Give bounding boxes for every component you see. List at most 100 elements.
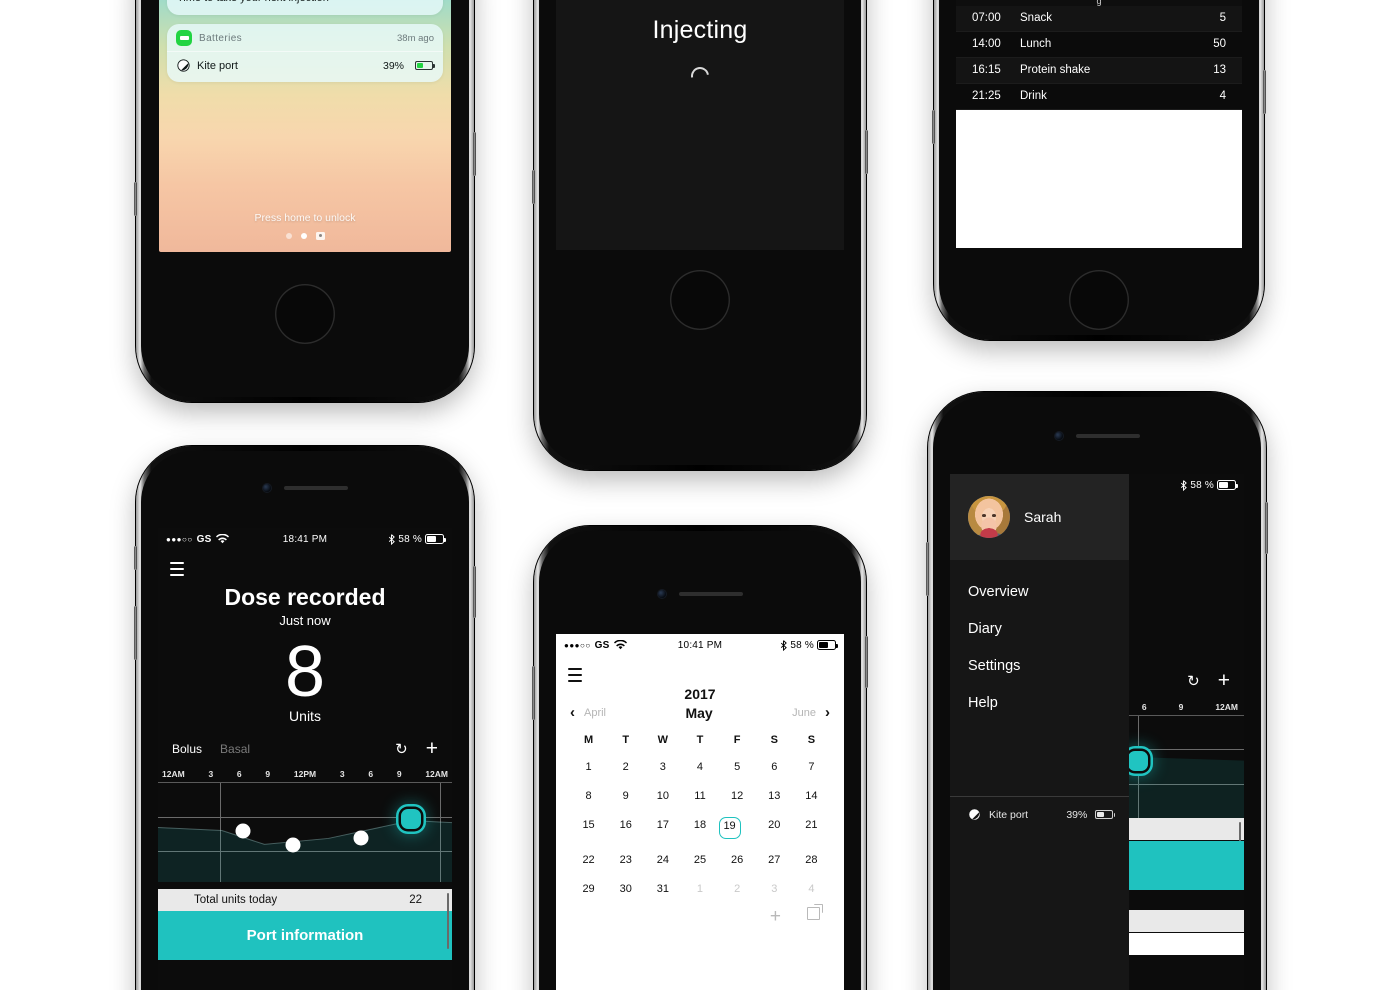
power-button (865, 636, 868, 688)
calendar-day[interactable]: 14 (793, 788, 830, 804)
calendar-day[interactable]: 6 (756, 759, 793, 775)
avatar[interactable] (968, 496, 1010, 538)
battery-icon (817, 640, 838, 650)
status-bar: ●●●○○ GS 18:41 PM 58 % (158, 528, 452, 550)
sync-icon[interactable]: ↻ (395, 740, 408, 758)
phone-diary-food-screen: 29 30 31 1 2 3 4 + Glucose Food (956, 0, 1242, 248)
calendar-day[interactable]: 12 (719, 788, 756, 804)
widget-timestamp: 38m ago (397, 32, 434, 44)
chart-point[interactable] (353, 830, 369, 846)
dose-controls: Bolus Basal ↻ + (158, 738, 452, 759)
chart-point[interactable] (285, 837, 301, 853)
copy-day-icon[interactable] (807, 904, 823, 920)
sync-icon[interactable]: ↻ (1187, 672, 1200, 690)
calendar-day[interactable]: 18 (681, 817, 718, 839)
calendar-day[interactable]: 9 (607, 788, 644, 804)
phone-side-menu-screen: 58 % ded ↻ + 6 9 12AM (950, 474, 1244, 990)
calendar-day[interactable]: 7 (793, 759, 830, 775)
home-button[interactable] (670, 270, 730, 330)
calendar-day[interactable]: 27 (756, 852, 793, 868)
page-title: Dose recorded (224, 584, 386, 610)
prev-month-label[interactable]: April (584, 707, 606, 719)
port-information-button[interactable]: Port information (158, 911, 452, 961)
page-dot-active[interactable] (300, 233, 307, 239)
calendar-day[interactable]: 3 (644, 759, 681, 775)
status-clock: 18:41 PM (282, 533, 328, 545)
calendar-day[interactable]: 22 (570, 852, 607, 868)
calendar-day-selected[interactable]: 19 (718, 817, 741, 839)
calendar-day[interactable]: 20 (756, 817, 793, 839)
calendar-day[interactable]: 13 (756, 788, 793, 804)
calendar-day[interactable]: 17 (644, 817, 681, 839)
calendar-year: 2017 (684, 686, 716, 702)
entry-value: 13 (1213, 64, 1226, 76)
calendar-day[interactable]: 10 (644, 788, 681, 804)
battery-icon (1217, 480, 1238, 490)
toggle-basal[interactable]: Basal (220, 742, 250, 756)
menu-button[interactable] (158, 550, 184, 576)
sidebar-item-settings[interactable]: Settings (968, 658, 1129, 674)
calendar-day[interactable]: 16 (607, 817, 644, 839)
calendar-day[interactable]: 3 (756, 881, 793, 897)
calendar-day[interactable]: 4 (681, 759, 718, 775)
next-month-icon[interactable]: › (825, 704, 830, 721)
drawer-port-status[interactable]: Kite port 39% (950, 796, 1130, 832)
next-month-label[interactable]: June (792, 707, 816, 719)
home-button[interactable] (1069, 270, 1129, 330)
calendar-week-row: 8 9 10 11 12 13 14 (556, 788, 844, 804)
widget-device-row: Kite port 39% (167, 52, 443, 82)
front-camera-icon (657, 590, 666, 598)
camera-icon[interactable] (315, 232, 325, 240)
notification-kite[interactable]: KITE 9m ago Time to take your next injec… (167, 0, 443, 15)
calendar-day[interactable]: 1 (681, 881, 718, 897)
table-row[interactable]: 14:00 Lunch 50 (956, 31, 1242, 58)
chart-point[interactable] (235, 823, 251, 839)
add-dose-icon[interactable]: + (1218, 670, 1230, 691)
calendar-day[interactable]: 28 (793, 852, 830, 868)
table-row[interactable]: 21:25 Drink 4 (956, 83, 1242, 110)
sidebar-item-help[interactable]: Help (968, 695, 1129, 711)
calendar-day[interactable]: 4 (793, 881, 830, 897)
home-button[interactable] (275, 284, 335, 344)
table-row[interactable]: 16:15 Protein shake 13 (956, 57, 1242, 84)
chart-point-selected[interactable] (1128, 751, 1149, 772)
calendar-day[interactable]: 25 (681, 852, 718, 868)
table-row[interactable]: 07:00 Snack 5 (956, 5, 1242, 32)
sidebar-item-diary[interactable]: Diary (968, 621, 1129, 637)
scrollbar-thumb[interactable] (446, 893, 449, 950)
calendar-day[interactable]: 15 (570, 817, 607, 839)
toggle-bolus[interactable]: Bolus (172, 742, 202, 756)
bluetooth-icon (389, 533, 396, 545)
calendar-day[interactable]: 31 (644, 881, 681, 897)
calendar-week-row: 22 23 24 25 26 27 28 (556, 852, 844, 868)
drawer-user-header[interactable]: Sarah (950, 474, 1130, 560)
calendar-day[interactable]: 1 (570, 759, 607, 775)
calendar-day[interactable]: 2 (719, 881, 756, 897)
calendar-day[interactable]: 21 (793, 817, 830, 839)
widget-batteries[interactable]: Batteries 38m ago Kite port 39% (167, 24, 443, 82)
chart-point-selected[interactable] (400, 809, 421, 830)
calendar-day[interactable]: 29 (570, 881, 607, 897)
prev-month-icon[interactable]: ‹ (570, 704, 575, 721)
signal-strength-icon: ●●●○○ (166, 534, 193, 544)
calendar-day[interactable]: 11 (681, 788, 718, 804)
sidebar-item-overview[interactable]: Overview (968, 584, 1129, 600)
power-button (473, 566, 476, 618)
page-dot[interactable] (285, 233, 292, 239)
calendar-day[interactable]: 24 (644, 852, 681, 868)
menu-button[interactable] (556, 656, 582, 682)
calendar-day[interactable]: 8 (570, 788, 607, 804)
weekday-label: W (657, 734, 669, 746)
add-dose-icon[interactable]: + (426, 738, 438, 759)
calendar-day[interactable]: 2 (607, 759, 644, 775)
phone-injecting-screen: Injecting (556, 0, 844, 250)
battery-percent: 58 % (398, 533, 422, 545)
earpiece-speaker (678, 592, 743, 596)
calendar-day[interactable]: 5 (719, 759, 756, 775)
power-button (865, 130, 868, 174)
calendar-day[interactable]: 30 (607, 881, 644, 897)
volume-buttons (532, 170, 535, 204)
calendar-day[interactable]: 26 (719, 852, 756, 868)
add-entry-icon[interactable]: + (770, 907, 781, 926)
calendar-day[interactable]: 23 (607, 852, 644, 868)
